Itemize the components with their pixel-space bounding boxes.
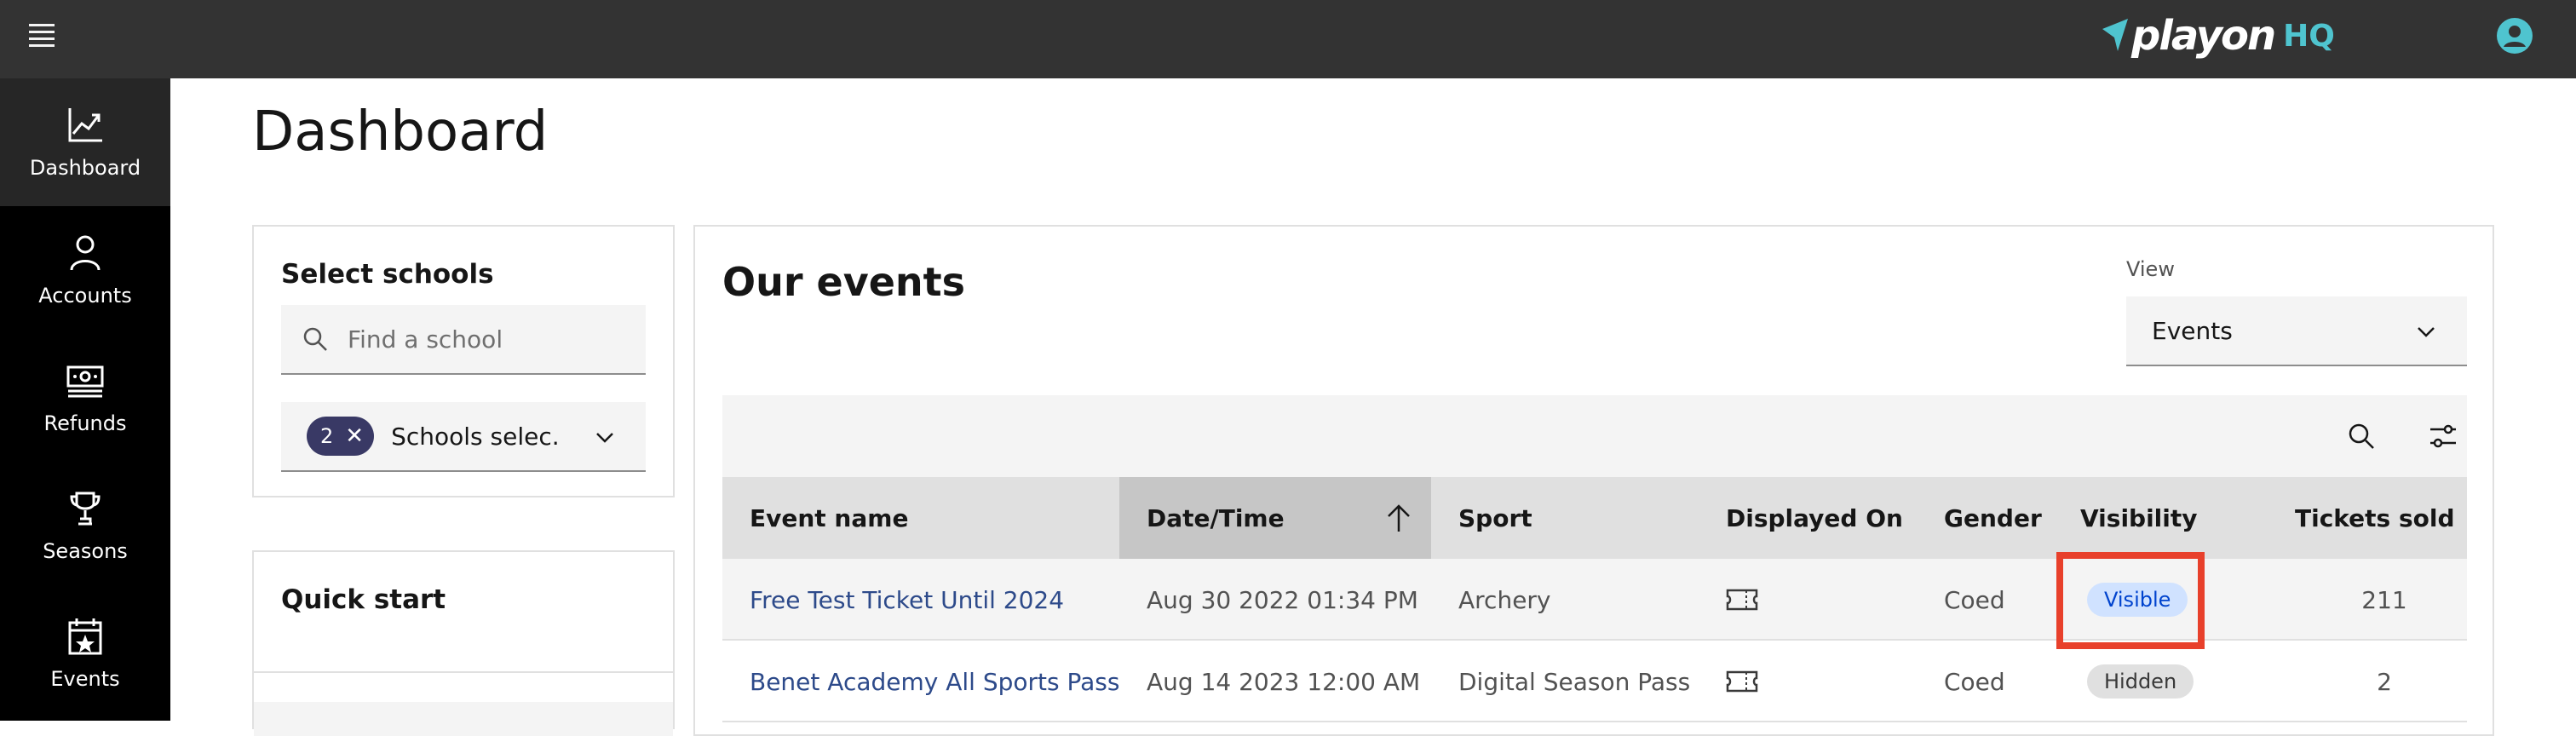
tickets-sold: 211 xyxy=(2361,585,2407,614)
event-sport: Digital Season Pass xyxy=(1458,667,1691,696)
event-datetime: Aug 14 2023 12:00 AM xyxy=(1147,667,1421,696)
column-label: Gender xyxy=(1944,503,2042,532)
select-schools-card: Select schools 2 ✕ Schools selec... xyxy=(252,225,675,497)
column-header-displayed-on[interactable]: Displayed On xyxy=(1726,477,1903,559)
sidebar: Dashboard Accounts Refunds Seasons Event… xyxy=(0,78,170,721)
sidebar-item-label: Accounts xyxy=(38,284,132,308)
column-label: Visibility xyxy=(2080,503,2198,532)
sidebar-item-events[interactable]: Events xyxy=(0,589,170,717)
playon-logo[interactable]: playon HQ xyxy=(2101,9,2335,63)
our-events-card: Our events View Events Event name Date/T… xyxy=(693,225,2494,736)
clear-selection-icon[interactable]: ✕ xyxy=(345,423,364,449)
chart-line-icon xyxy=(68,108,102,142)
column-header-tickets-sold[interactable]: Tickets sold xyxy=(2295,477,2455,559)
money-icon xyxy=(66,365,104,398)
school-search-input[interactable] xyxy=(348,325,620,354)
search-icon xyxy=(303,327,327,351)
column-header-date-time[interactable]: Date/Time xyxy=(1119,477,1431,559)
displayed-on-cell xyxy=(1726,559,1758,641)
selected-count: 2 xyxy=(320,424,334,448)
chevron-down-icon xyxy=(596,433,613,443)
sort-ascending-icon xyxy=(1388,504,1410,532)
sidebar-item-label: Dashboard xyxy=(29,156,141,180)
sidebar-item-accounts[interactable]: Accounts xyxy=(0,206,170,334)
column-label: Sport xyxy=(1458,503,1532,532)
column-header-event-name[interactable]: Event name xyxy=(722,477,1119,559)
top-bar: playon HQ xyxy=(0,0,2576,78)
ticket-icon xyxy=(1726,589,1758,611)
sidebar-item-dashboard[interactable]: Dashboard xyxy=(0,78,170,206)
user-account-icon[interactable] xyxy=(2496,17,2533,55)
event-datetime: Aug 30 2022 01:34 PM xyxy=(1147,585,1418,614)
logo-wordmark: playon xyxy=(2131,12,2276,60)
events-title: Our events xyxy=(722,259,966,305)
event-name-link[interactable]: Free Test Ticket Until 2024 xyxy=(750,559,1064,641)
sidebar-item-seasons[interactable]: Seasons xyxy=(0,462,170,589)
quick-start-title: Quick start xyxy=(281,584,446,615)
table-row[interactable]: Benet Academy All Sports Pass Aug 14 202… xyxy=(722,641,2467,722)
column-header-visibility[interactable]: Visibility xyxy=(2080,477,2198,559)
menu-icon[interactable] xyxy=(29,24,56,48)
column-label: Event name xyxy=(750,503,909,532)
page-title: Dashboard xyxy=(252,101,549,164)
sidebar-item-refunds[interactable]: Refunds xyxy=(0,334,170,462)
visibility-badge[interactable]: Hidden xyxy=(2087,664,2194,699)
school-search-field[interactable] xyxy=(281,305,646,375)
divider xyxy=(254,671,673,673)
calendar-star-icon xyxy=(68,618,102,655)
visibility-cell: Hidden xyxy=(2087,641,2194,722)
quick-start-item[interactable] xyxy=(254,702,673,736)
quick-start-card: Quick start xyxy=(252,550,675,736)
sidebar-item-label: Refunds xyxy=(43,411,127,435)
selected-count-tag[interactable]: 2 ✕ xyxy=(307,417,375,456)
ticket-icon xyxy=(1726,670,1758,693)
filter-settings-icon[interactable] xyxy=(2428,421,2458,451)
user-icon xyxy=(70,235,101,271)
highlight-box xyxy=(2056,552,2205,649)
trophy-icon xyxy=(70,492,101,526)
table-header: Event name Date/Time Sport Displayed On … xyxy=(722,477,2467,559)
table-toolbar xyxy=(722,395,2467,477)
column-label: Displayed On xyxy=(1726,503,1903,532)
column-header-sport[interactable]: Sport xyxy=(1458,477,1532,559)
schools-multiselect[interactable]: 2 ✕ Schools selec... xyxy=(281,402,646,472)
column-header-gender[interactable]: Gender xyxy=(1944,477,2042,559)
event-gender: Coed xyxy=(1944,585,2005,614)
view-value: Events xyxy=(2152,316,2233,345)
displayed-on-cell xyxy=(1726,641,1758,722)
logo-hq: HQ xyxy=(2283,18,2335,54)
event-name-link[interactable]: Benet Academy All Sports Pass xyxy=(750,641,1119,722)
sidebar-item-label: Events xyxy=(50,667,120,691)
view-label: View xyxy=(2126,257,2175,281)
event-sport: Archery xyxy=(1458,585,1551,614)
logo-arrow-icon xyxy=(2102,19,2128,51)
events-table: Event name Date/Time Sport Displayed On … xyxy=(722,477,2467,722)
tickets-sold: 2 xyxy=(2377,667,2392,696)
event-gender: Coed xyxy=(1944,667,2005,696)
sidebar-item-label: Seasons xyxy=(43,539,128,563)
column-label: Date/Time xyxy=(1147,503,1285,532)
chevron-down-icon xyxy=(2418,327,2435,337)
view-dropdown[interactable]: Events xyxy=(2126,296,2467,366)
schools-selected-text: Schools selec... xyxy=(391,422,562,451)
column-label: Tickets sold xyxy=(2295,503,2455,532)
table-row[interactable]: Free Test Ticket Until 2024 Aug 30 2022 … xyxy=(722,559,2467,641)
select-schools-title: Select schools xyxy=(281,259,494,290)
search-icon[interactable] xyxy=(2346,421,2377,451)
